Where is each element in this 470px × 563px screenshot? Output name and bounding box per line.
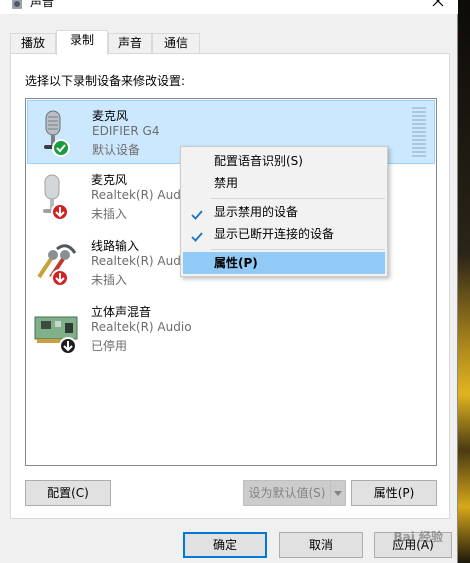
level-meter <box>412 107 426 157</box>
device-name: 麦克风 <box>92 109 129 123</box>
device-name: 线路输入 <box>91 239 140 253</box>
menu-separator <box>211 249 385 250</box>
speaker-icon <box>10 0 24 10</box>
set-default-dropdown[interactable] <box>330 480 346 506</box>
tab-playback[interactable]: 播放 <box>10 33 56 54</box>
context-menu: 配置语音识别(S) 禁用 显示禁用的设备 显示已断开连接的设备 属性(P) <box>180 146 388 277</box>
menu-separator <box>211 198 385 199</box>
menu-item-label: 禁用 <box>214 176 239 190</box>
chevron-down-icon <box>333 487 343 501</box>
menu-item-label: 配置语音识别(S) <box>214 154 303 168</box>
sound-dialog: 声音 播放 录制 声音 通信 选择以下录制设备来修改设置: 麦克风 EDIFIE… <box>0 0 458 563</box>
tab-communications[interactable]: 通信 <box>152 33 200 54</box>
menu-item-label: 属性(P) <box>214 256 258 270</box>
configure-button[interactable]: 配置(C) <box>25 480 111 506</box>
tab-strip: 播放 录制 声音 通信 <box>10 30 450 55</box>
device-status: 未插入 <box>91 273 128 287</box>
recording-page: 选择以下录制设备来修改设置: 麦克风 EDIFIER G4 默认设备 麦克风 R… <box>10 53 450 519</box>
menu-item-show-disabled[interactable]: 显示禁用的设备 <box>183 201 385 223</box>
window-title: 声音 <box>30 0 55 9</box>
unplugged-arrow-icon <box>51 269 69 287</box>
checkmark-icon <box>191 228 203 242</box>
tab-recording[interactable]: 录制 <box>56 30 108 55</box>
menu-item-disable[interactable]: 禁用 <box>183 172 385 194</box>
microphone-icon <box>33 171 83 223</box>
menu-item-label: 显示已断开连接的设备 <box>214 227 335 241</box>
menu-item-label: 显示禁用的设备 <box>214 205 299 219</box>
checkmark-icon <box>191 206 203 220</box>
close-icon[interactable] <box>430 0 446 9</box>
properties-button[interactable]: 属性(P) <box>351 480 437 506</box>
line-in-jack-icon <box>33 237 83 289</box>
unplugged-arrow-icon <box>51 203 69 221</box>
menu-item-properties[interactable]: 属性(P) <box>183 252 385 274</box>
menu-item-configure-speech[interactable]: 配置语音识别(S) <box>183 150 385 172</box>
watermark: Bai 经验 <box>393 530 443 544</box>
cancel-button[interactable]: 取消 <box>279 532 363 558</box>
device-status: 默认设备 <box>92 143 141 157</box>
default-check-icon <box>52 139 70 157</box>
device-driver: Realtek(R) Audio <box>91 320 192 334</box>
device-status: 已停用 <box>91 339 128 353</box>
device-driver: Realtek(R) Audio <box>91 254 192 268</box>
set-default-button[interactable]: 设为默认值(S) <box>243 480 331 506</box>
instruction-text: 选择以下录制设备来修改设置: <box>25 74 186 88</box>
device-driver: EDIFIER G4 <box>92 124 160 138</box>
ok-button[interactable]: 确定 <box>183 532 267 558</box>
microphone-icon <box>34 107 84 159</box>
tab-sounds[interactable]: 声音 <box>108 33 152 54</box>
desktop-wallpaper <box>458 0 470 563</box>
title-bar[interactable]: 声音 <box>0 0 458 14</box>
device-name: 麦克风 <box>91 173 128 187</box>
device-driver: Realtek(R) Audio <box>91 188 192 202</box>
device-name: 立体声混音 <box>91 305 152 319</box>
disabled-arrow-icon <box>59 337 77 355</box>
sound-card-icon <box>33 303 83 355</box>
device-item[interactable]: 立体声混音 Realtek(R) Audio 已停用 <box>27 297 435 361</box>
device-status: 未插入 <box>91 207 128 221</box>
menu-item-show-disconnected[interactable]: 显示已断开连接的设备 <box>183 223 385 245</box>
